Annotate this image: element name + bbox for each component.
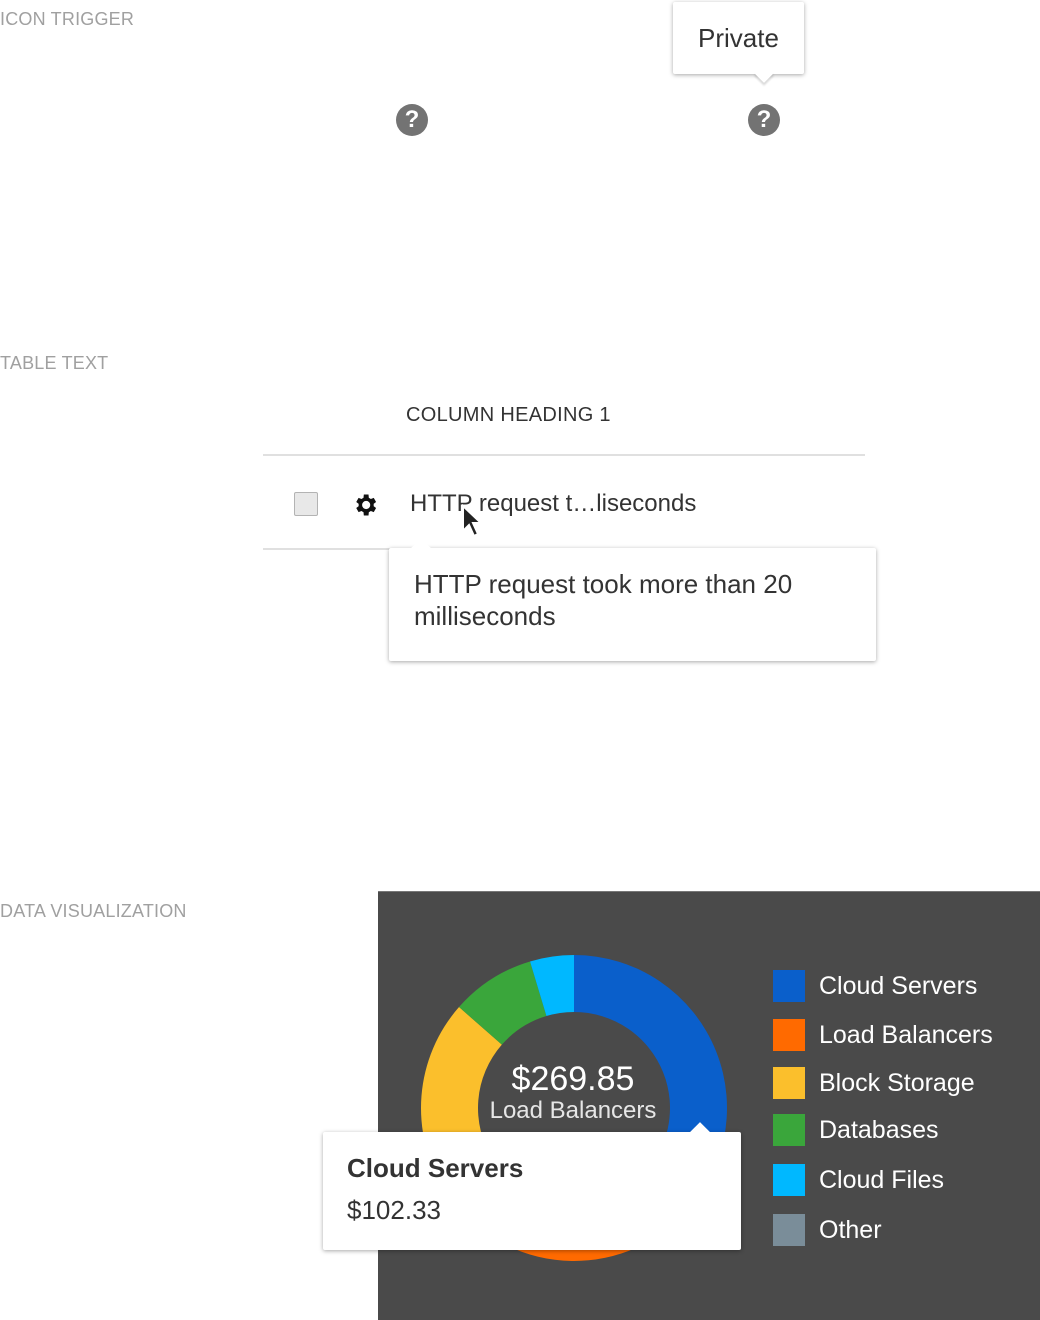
- legend-item[interactable]: Other: [773, 1213, 882, 1247]
- legend-label: Load Balancers: [819, 1020, 993, 1049]
- tooltip-chart-value: $102.33: [347, 1195, 441, 1225]
- tooltip-chart-title: Cloud Servers: [347, 1153, 524, 1183]
- tooltip-chart: Cloud Servers $102.33: [323, 1122, 741, 1250]
- section-label-icon-trigger: ICON TRIGGER: [0, 9, 135, 29]
- tooltip-table-text: HTTP request took more than 20 milliseco…: [389, 538, 876, 661]
- legend-swatch: [773, 1019, 805, 1051]
- tooltip-table-text-content: HTTP request took more than 20 milliseco…: [414, 569, 793, 631]
- legend-swatch: [773, 970, 805, 1002]
- legend-item[interactable]: Load Balancers: [773, 1018, 993, 1052]
- table-cell-text[interactable]: HTTP request t…liseconds: [410, 490, 696, 518]
- section-label-data-viz: DATA VISUALIZATION: [0, 901, 187, 921]
- tooltip-private-text: Private: [698, 22, 779, 53]
- legend-label: Block Storage: [819, 1068, 975, 1097]
- table-header-divider: [263, 454, 865, 456]
- legend-swatch: [773, 1067, 805, 1099]
- row-checkbox[interactable]: [294, 492, 318, 516]
- mouse-cursor-icon: [462, 504, 484, 538]
- legend-swatch: [773, 1164, 805, 1196]
- help-icon[interactable]: ?: [396, 104, 428, 136]
- legend-swatch: [773, 1114, 805, 1146]
- column-heading[interactable]: COLUMN HEADING 1: [406, 404, 611, 427]
- help-icon-active[interactable]: ?: [748, 104, 780, 136]
- legend-label: Databases: [819, 1115, 939, 1144]
- table-row-divider: [263, 548, 393, 550]
- tooltip-private: Private: [673, 2, 804, 74]
- chart-center-value: $269.85: [511, 1060, 635, 1098]
- legend-item[interactable]: Block Storage: [773, 1066, 975, 1100]
- section-label-table-text: TABLE TEXT: [0, 353, 109, 373]
- legend-item[interactable]: Cloud Files: [773, 1163, 944, 1197]
- legend-item[interactable]: Cloud Servers: [773, 969, 977, 1003]
- legend-label: Cloud Files: [819, 1165, 945, 1194]
- legend-swatch: [773, 1214, 805, 1246]
- legend-label: Other: [819, 1215, 882, 1244]
- gear-icon[interactable]: [351, 491, 379, 519]
- chart-center-label: Load Balancers: [489, 1097, 657, 1124]
- legend-item[interactable]: Databases: [773, 1113, 939, 1147]
- legend-label: Cloud Servers: [819, 971, 978, 1000]
